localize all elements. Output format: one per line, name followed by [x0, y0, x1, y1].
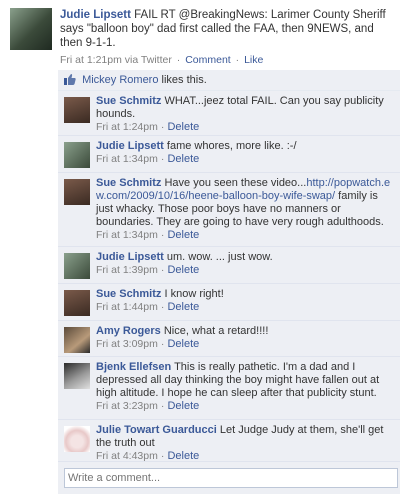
comment-text: um. wow. ... just wow.: [166, 251, 273, 263]
comment-time: Fri at 1:34pm: [96, 229, 158, 241]
meta-separator: ·: [235, 54, 240, 66]
delete-comment-link[interactable]: Delete: [167, 301, 199, 313]
comment-link[interactable]: Comment: [185, 54, 231, 66]
comment-item: Julie Towart Guarducci Let Judge Judy at…: [58, 420, 400, 462]
meta-separator: ·: [160, 400, 165, 412]
comment-body: Sue Schmitz I know right! Fri at 1:44pm …: [96, 288, 394, 314]
commenter-name[interactable]: Bjenk Ellefsen: [96, 361, 171, 373]
commenter-name[interactable]: Amy Rogers: [96, 325, 161, 337]
commenter-name[interactable]: Julie Towart Guarducci: [96, 424, 217, 436]
story-meta: Fri at 1:21pm via Twitter · Comment · Li…: [60, 53, 398, 67]
like-link[interactable]: Like: [244, 54, 263, 66]
meta-separator: ·: [160, 450, 165, 462]
comment-text: I know right!: [164, 288, 224, 300]
commenter-avatar[interactable]: [64, 327, 90, 353]
write-comment-input[interactable]: [64, 468, 398, 488]
delete-comment-link[interactable]: Delete: [167, 264, 199, 276]
comment-body: Bjenk Ellefsen This is really pathetic. …: [96, 361, 394, 413]
delete-comment-link[interactable]: Delete: [167, 153, 199, 165]
commenter-avatar[interactable]: [64, 290, 90, 316]
liker-name[interactable]: Mickey Romero: [82, 74, 158, 86]
meta-separator: ·: [160, 153, 165, 165]
thumbs-up-icon: [64, 74, 76, 85]
commenter-avatar[interactable]: [64, 253, 90, 279]
comment-time: Fri at 4:43pm: [96, 450, 158, 462]
delete-comment-link[interactable]: Delete: [167, 400, 199, 412]
comment-time: Fri at 1:44pm: [96, 301, 158, 313]
meta-separator: ·: [160, 338, 165, 350]
comment-time: Fri at 1:34pm: [96, 153, 158, 165]
meta-separator: ·: [160, 229, 165, 241]
comment-body: Sue Schmitz WHAT...jeez total FAIL. Can …: [96, 95, 394, 134]
comment-text: fame whores, more like. :-/: [166, 140, 297, 152]
commenter-name[interactable]: Sue Schmitz: [96, 95, 161, 107]
commenter-avatar[interactable]: [64, 426, 90, 452]
story-time: Fri at 1:21pm via Twitter: [60, 54, 172, 66]
write-comment-area: [58, 462, 400, 494]
comment-body: Sue Schmitz Have you seen these video...…: [96, 177, 394, 242]
comment-item: Judie Lipsett um. wow. ... just wow. Fri…: [58, 247, 400, 284]
commenter-avatar[interactable]: [64, 97, 90, 123]
commenter-avatar[interactable]: [64, 179, 90, 205]
commenter-name[interactable]: Judie Lipsett: [96, 140, 164, 152]
author-name[interactable]: Judie Lipsett: [60, 9, 131, 21]
comment-time: Fri at 1:24pm: [96, 121, 158, 133]
author-avatar[interactable]: [10, 8, 52, 50]
feedback-section: Mickey Romero likes this. Sue Schmitz WH…: [58, 70, 400, 494]
comment-time: Fri at 3:23pm: [96, 400, 158, 412]
comment-item: Sue Schmitz I know right! Fri at 1:44pm …: [58, 284, 400, 321]
delete-comment-link[interactable]: Delete: [167, 229, 199, 241]
meta-separator: ·: [176, 54, 181, 66]
commenter-avatar[interactable]: [64, 142, 90, 168]
comment-time: Fri at 3:09pm: [96, 338, 158, 350]
meta-separator: ·: [160, 121, 165, 133]
commenter-name[interactable]: Judie Lipsett: [96, 251, 164, 263]
comment-time: Fri at 1:39pm: [96, 264, 158, 276]
comment-body: Judie Lipsett fame whores, more like. :-…: [96, 140, 394, 166]
commenter-avatar[interactable]: [64, 363, 90, 389]
comment-item: Judie Lipsett fame whores, more like. :-…: [58, 136, 400, 173]
comment-body: Julie Towart Guarducci Let Judge Judy at…: [96, 424, 394, 463]
comment-item: Amy Rogers Nice, what a retard!!!! Fri a…: [58, 321, 400, 357]
comment-body: Judie Lipsett um. wow. ... just wow. Fri…: [96, 251, 394, 277]
comment-item: Bjenk Ellefsen This is really pathetic. …: [58, 357, 400, 420]
delete-comment-link[interactable]: Delete: [167, 450, 199, 462]
comment-item: Sue Schmitz WHAT...jeez total FAIL. Can …: [58, 91, 400, 136]
likes-row: Mickey Romero likes this.: [58, 70, 400, 91]
comment-text: Nice, what a retard!!!!: [163, 325, 269, 337]
comment-item: Sue Schmitz Have you seen these video...…: [58, 173, 400, 247]
comment-body: Amy Rogers Nice, what a retard!!!! Fri a…: [96, 325, 394, 351]
delete-comment-link[interactable]: Delete: [167, 121, 199, 133]
story-body: Judie Lipsett FAIL RT @BreakingNews: Lar…: [60, 8, 398, 67]
meta-separator: ·: [160, 301, 165, 313]
meta-separator: ·: [160, 264, 165, 276]
comment-text: Have you seen these video...: [164, 177, 307, 189]
commenter-name[interactable]: Sue Schmitz: [96, 288, 161, 300]
delete-comment-link[interactable]: Delete: [167, 338, 199, 350]
likes-text: likes this.: [161, 74, 207, 86]
commenter-name[interactable]: Sue Schmitz: [96, 177, 161, 189]
